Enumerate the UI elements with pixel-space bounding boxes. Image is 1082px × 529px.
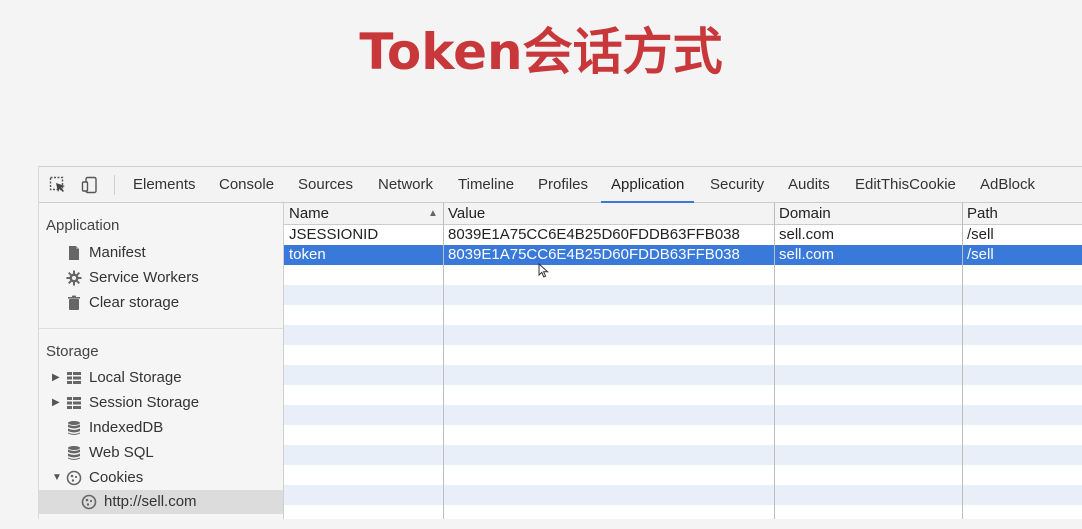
device-mode-icon[interactable]	[81, 176, 99, 194]
sidebar-item-cookie-site[interactable]: http://sell.com	[39, 490, 283, 514]
cell-value: 8039E1A75CC6E4B25D60FDDB63FFB038	[448, 226, 740, 243]
sidebar-item-label: IndexedDB	[89, 419, 164, 436]
document-icon	[69, 246, 79, 260]
cookie-icon	[81, 494, 97, 510]
sidebar-item-label: Clear storage	[89, 294, 180, 311]
cell-name: JSESSIONID	[289, 226, 379, 243]
column-header-path[interactable]: Path	[962, 203, 1082, 224]
database-icon	[68, 446, 80, 460]
sort-ascending-icon: ▲	[428, 208, 438, 219]
sidebar-item-label: Cookies	[89, 469, 144, 486]
sidebar-item-session-storage[interactable]: ▶ Session Storage	[39, 391, 283, 415]
tab-network[interactable]: Network	[378, 167, 433, 202]
sidebar-item-local-storage[interactable]: ▶ Local Storage	[39, 366, 283, 390]
tab-console[interactable]: Console	[219, 167, 274, 202]
sidebar-item-clear-storage[interactable]: Clear storage	[39, 291, 283, 315]
slide-title: Token会话方式	[359, 23, 723, 81]
cookie-icon	[66, 470, 82, 486]
database-icon	[68, 421, 80, 435]
sidebar-item-cookies[interactable]: ▼ Cookies	[39, 466, 283, 490]
sidebar-item-label: Service Workers	[89, 269, 199, 286]
cell-domain: sell.com	[779, 226, 835, 243]
column-divider[interactable]	[774, 203, 775, 519]
cookie-table: Name ▲ Value Domain Path JSESSIONID 8039…	[284, 203, 1082, 519]
column-header-domain[interactable]: Domain	[774, 203, 962, 224]
tab-application[interactable]: Application	[600, 167, 695, 203]
tab-timeline[interactable]: Timeline	[458, 167, 514, 202]
column-header-name[interactable]: Name	[284, 203, 443, 224]
trash-icon	[68, 295, 80, 310]
sidebar-item-web-sql[interactable]: Web SQL	[39, 441, 283, 465]
tab-profiles[interactable]: Profiles	[538, 167, 588, 202]
toolbar-separator	[114, 175, 115, 195]
cell-name: token	[289, 246, 326, 263]
cell-domain: sell.com	[779, 246, 835, 263]
inspect-element-icon[interactable]	[49, 176, 67, 194]
cell-path: /sell	[967, 246, 994, 263]
sidebar-item-label: Manifest	[89, 244, 146, 261]
collapse-arrow-icon[interactable]: ▼	[52, 466, 62, 490]
tab-elements[interactable]: Elements	[133, 167, 196, 202]
sidebar-item-label: Web SQL	[89, 444, 154, 461]
section-header-storage: Storage	[46, 343, 99, 360]
tab-audits[interactable]: Audits	[788, 167, 830, 202]
sidebar-item-label: Session Storage	[89, 394, 200, 411]
devtools-panel: Elements Console Sources Network Timelin…	[38, 166, 1082, 519]
sidebar-item-service-workers[interactable]: Service Workers	[39, 266, 283, 290]
devtools-toolbar: Elements Console Sources Network Timelin…	[39, 167, 1082, 203]
cell-path: /sell	[967, 226, 994, 243]
sidebar-item-indexeddb[interactable]: IndexedDB	[39, 416, 283, 440]
grid-icon	[67, 372, 81, 384]
tab-adblock[interactable]: AdBlock	[980, 167, 1035, 202]
section-divider	[39, 328, 283, 329]
tab-sources[interactable]: Sources	[298, 167, 353, 202]
application-sidebar: Application Manifest Service Workers Cle…	[39, 203, 284, 519]
sidebar-item-label: Local Storage	[89, 369, 182, 386]
cell-value: 8039E1A75CC6E4B25D60FDDB63FFB038	[448, 246, 740, 263]
column-divider[interactable]	[962, 203, 963, 519]
tab-editthiscookie[interactable]: EditThisCookie	[855, 167, 956, 202]
gear-icon	[66, 270, 82, 286]
mouse-pointer-icon	[538, 263, 549, 278]
expand-arrow-icon[interactable]: ▶	[52, 391, 60, 415]
column-divider[interactable]	[443, 203, 444, 519]
column-header-value[interactable]: Value	[443, 203, 774, 224]
sidebar-item-label: http://sell.com	[104, 493, 197, 510]
expand-arrow-icon[interactable]: ▶	[52, 366, 60, 390]
grid-icon	[67, 397, 81, 409]
sidebar-item-manifest[interactable]: Manifest	[39, 241, 283, 265]
tab-security[interactable]: Security	[710, 167, 764, 202]
section-header-application: Application	[46, 217, 120, 234]
